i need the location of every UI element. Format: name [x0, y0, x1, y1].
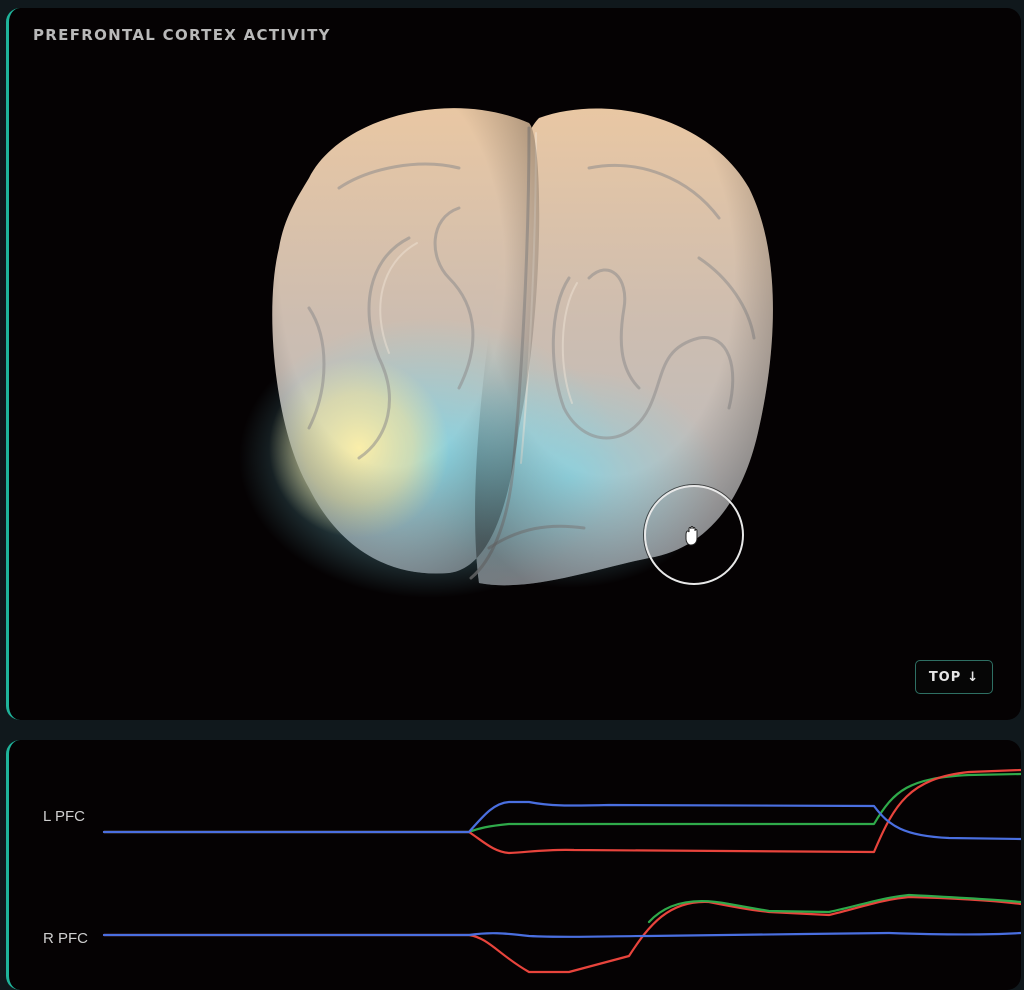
top-view-button[interactable]: TOP ↓	[915, 660, 993, 694]
signal-traces	[102, 768, 1021, 974]
l-pfc-red-trace	[102, 768, 1021, 855]
signal-traces-panel: L PFC R PFC	[6, 740, 1021, 990]
l-pfc-green-trace	[102, 772, 1021, 834]
brain-viewer-panel: PREFRONTAL CORTEX ACTIVITY TOP ↓	[6, 8, 1021, 720]
grab-hand-icon	[685, 526, 698, 546]
brain-3d-model[interactable]	[9, 8, 1021, 720]
arrow-down-icon: ↓	[967, 669, 980, 685]
brain-render[interactable]	[9, 8, 1021, 720]
top-button-label: TOP	[928, 669, 962, 685]
r-pfc-blue-trace	[102, 931, 1021, 938]
drag-cursor-ring	[644, 485, 744, 585]
r-pfc-green-trace	[647, 893, 1021, 924]
